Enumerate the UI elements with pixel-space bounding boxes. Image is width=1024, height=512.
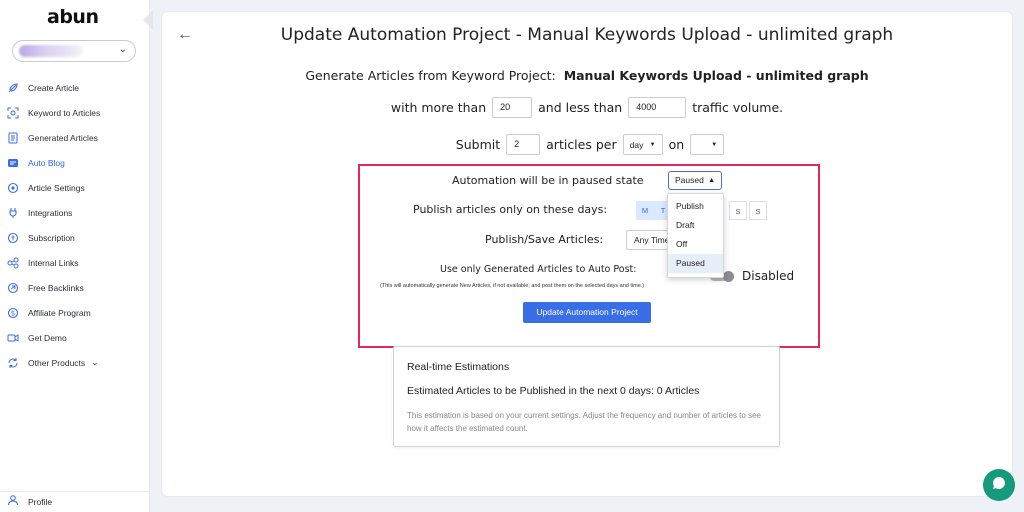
sidebar-item-label: Subscription (28, 232, 75, 243)
video-icon (7, 332, 19, 344)
backlink-icon (7, 282, 19, 294)
app-logo[interactable]: abun (47, 6, 99, 28)
sidebar: abun ⌄ Create Article Keyword to Article… (0, 0, 153, 512)
sidebar-item-free-backlinks[interactable]: Free Backlinks (0, 275, 150, 300)
auto-blog-icon (7, 157, 19, 169)
publish-days-label: Publish articles only on these days: (413, 203, 608, 216)
sidebar-item-keyword-to-articles[interactable]: Keyword to Articles (0, 100, 150, 125)
automation-state-select[interactable]: Paused ▲ (668, 171, 722, 190)
automation-state-value: Paused (675, 175, 704, 185)
toggle-knob (723, 271, 734, 282)
sidebar-item-profile[interactable]: Profile (0, 491, 150, 512)
link-icon (7, 257, 19, 269)
on-day-select[interactable]: ▼ (690, 134, 725, 155)
publish-save-value: Any Time (634, 235, 670, 245)
max-traffic-input[interactable]: 4000 (628, 97, 687, 118)
submit-prefix: Submit (455, 137, 501, 152)
document-icon (7, 132, 19, 144)
chat-button[interactable] (983, 469, 1015, 501)
sidebar-item-article-settings[interactable]: Article Settings (0, 175, 150, 200)
caret-down-icon: ▼ (649, 141, 656, 148)
sidebar-item-label: Free Backlinks (28, 282, 84, 293)
sidebar-item-create-article[interactable]: Create Article (0, 75, 150, 100)
generate-prefix: Generate Articles from Keyword Project: (305, 68, 556, 83)
caret-up-icon: ▲ (708, 177, 715, 184)
traffic-suffix: traffic volume. (692, 100, 784, 115)
svg-text:$: $ (11, 309, 15, 317)
sidebar-item-affiliate-program[interactable]: $ Affiliate Program (0, 300, 150, 325)
publish-save-label: Publish/Save Articles: (485, 233, 604, 246)
automation-state-label: Automation will be in paused state (452, 174, 644, 187)
sidebar-item-label: Affiliate Program (28, 307, 91, 318)
feather-icon (7, 82, 19, 94)
sidebar-item-label: Auto Blog (28, 157, 65, 168)
sidebar-item-label: Create Article (28, 82, 80, 93)
auto-generate-note: (This will automatically generate New Ar… (380, 283, 645, 289)
period-select-value: day (629, 139, 644, 150)
keyword-scan-icon (7, 107, 19, 119)
sidebar-item-label: Other Products (28, 357, 86, 368)
chat-bubble-icon (991, 475, 1007, 496)
sidebar-item-label: Profile (28, 497, 53, 507)
sidebar-item-label: Integrations (28, 207, 73, 218)
dollar-icon: $ (7, 307, 19, 319)
sidebar-item-label: Article Settings (28, 182, 85, 193)
sidebar-item-auto-blog[interactable]: Auto Blog (0, 150, 150, 175)
estimations-count: Estimated Articles to be Published in th… (407, 385, 700, 397)
traffic-row: with more than 20 and less than 4000 tra… (162, 97, 1012, 118)
day-toggle-monday[interactable]: M (636, 201, 654, 220)
chevron-down-icon: ⌄ (91, 357, 99, 367)
period-select[interactable]: day ▼ (622, 134, 663, 155)
day-toggle-saturday[interactable]: S (729, 201, 747, 220)
sidebar-item-internal-links[interactable]: Internal Links (0, 250, 150, 275)
menu-option-publish[interactable]: Publish (668, 197, 723, 216)
sidebar-nav: Create Article Keyword to Articles Gener… (0, 75, 150, 375)
sidebar-item-generated-articles[interactable]: Generated Articles (0, 125, 150, 150)
sidebar-item-label: Generated Articles (28, 132, 98, 143)
caret-down-icon: ▼ (711, 141, 718, 148)
sidebar-item-other-products[interactable]: Other Products ⌄ (0, 350, 150, 375)
account-name-blurred (19, 45, 83, 57)
automation-state-menu: Publish Draft Off Paused (667, 193, 724, 278)
submit-row: Submit 2 articles per day ▼ on ▼ (162, 134, 1012, 155)
min-traffic-input[interactable]: 20 (492, 97, 533, 118)
plug-icon (7, 207, 19, 219)
refresh-icon (7, 357, 19, 369)
day-picker-weekend: S S (727, 201, 767, 220)
menu-option-draft[interactable]: Draft (668, 216, 723, 235)
submit-on: on (668, 137, 685, 152)
articles-count-input[interactable]: 2 (506, 134, 541, 155)
project-name: Manual Keywords Upload - unlimited graph (563, 68, 869, 83)
generate-from-row: Generate Articles from Keyword Project: … (162, 68, 1012, 83)
subscription-icon (7, 232, 19, 244)
chevron-down-icon: ⌄ (118, 44, 127, 55)
sidebar-item-integrations[interactable]: Integrations (0, 200, 150, 225)
update-automation-button[interactable]: Update Automation Project (523, 302, 651, 323)
traffic-middle: and less than (538, 100, 623, 115)
settings-icon (7, 182, 19, 194)
sidebar-item-label: Keyword to Articles (28, 107, 101, 118)
sidebar-collapse-toggle[interactable] (143, 10, 153, 30)
generated-only-label: Use only Generated Articles to Auto Post… (440, 264, 637, 275)
sidebar-item-subscription[interactable]: Subscription (0, 225, 150, 250)
sidebar-item-get-demo[interactable]: Get Demo (0, 325, 150, 350)
submit-middle: articles per (546, 137, 617, 152)
generated-only-status: Disabled (742, 269, 795, 283)
estimations-description: This estimation is based on your current… (407, 411, 761, 433)
user-icon (7, 493, 19, 511)
traffic-prefix: with more than (390, 100, 487, 115)
menu-option-paused[interactable]: Paused (668, 254, 723, 273)
estimations-title: Real-time Estimations (407, 361, 510, 373)
page-title: Update Automation Project - Manual Keywo… (280, 25, 894, 45)
estimations-panel: Real-time Estimations Estimated Articles… (393, 346, 780, 447)
day-toggle-sunday[interactable]: S (749, 201, 767, 220)
main-card: ← Update Automation Project - Manual Key… (162, 12, 1012, 496)
sidebar-item-label: Get Demo (28, 332, 67, 343)
menu-option-off[interactable]: Off (668, 235, 723, 254)
account-selector[interactable]: ⌄ (12, 40, 136, 62)
sidebar-item-label: Internal Links (28, 257, 79, 268)
